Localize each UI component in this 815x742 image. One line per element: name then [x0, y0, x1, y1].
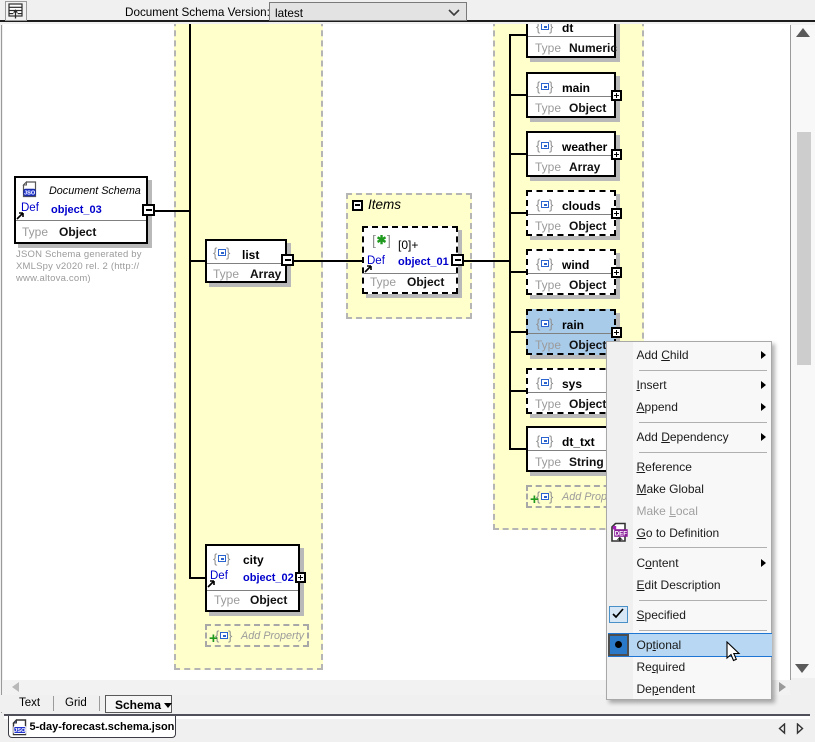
svg-text:DEF: DEF: [615, 530, 628, 537]
svg-text:JSO: JSO: [24, 191, 36, 197]
svg-text:JSO: JSO: [13, 728, 25, 734]
